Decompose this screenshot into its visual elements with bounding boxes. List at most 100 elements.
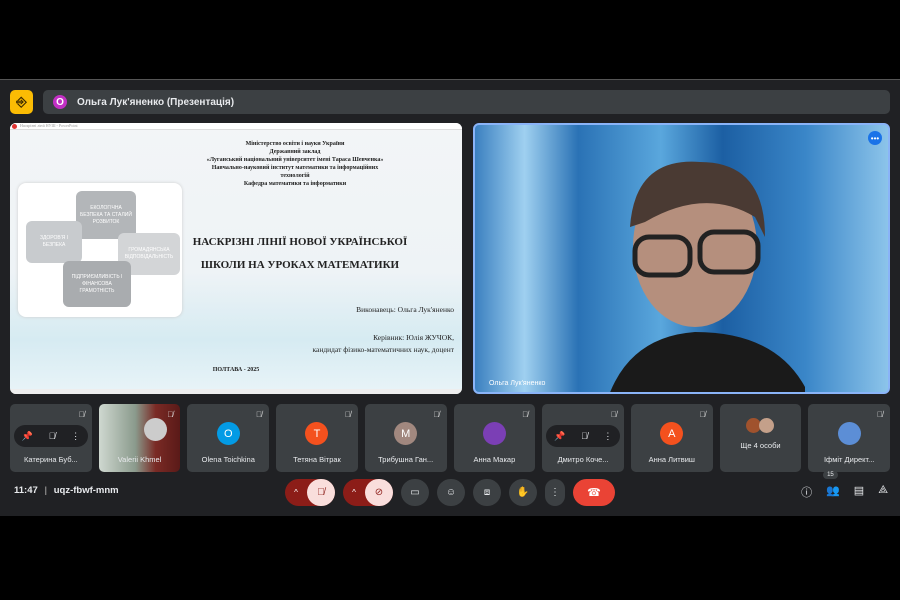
participant-tile[interactable]: A 🎙̸ Анна Литвиш — [630, 404, 713, 472]
title-line: ШКОЛИ НА УРОКАХ МАТЕМАТИКИ — [200, 259, 400, 271]
presenter-label: Ольга Лук'яненко (Презентація) — [77, 96, 235, 108]
supervisor-title: кандидат фізико-математичних наук, доцен… — [312, 345, 454, 354]
inst-line: Кафедра математики та інформатики — [243, 181, 347, 187]
meeting-info: 11:47 | uqz-fbwf-mnm — [14, 485, 119, 496]
avatar: A — [660, 422, 684, 445]
slide-statusbar — [10, 389, 462, 394]
participant-tile[interactable]: 🎙̸ 📌 🎙̸ ⋮ Дмитро Коче... — [542, 404, 624, 472]
muted-mic-icon: 🎙̸ — [433, 410, 440, 419]
inst-line: Навчально-науковий інститут математики т… — [211, 165, 379, 171]
participant-name: Катерина Буб... — [23, 455, 78, 464]
puzzle-piece: ПІДПРИЄМЛИВІСТЬ І ФІНАНСОВА ГРАМОТНІСТЬ — [63, 261, 131, 307]
controls: ^ 🎙̸ ^ ⊘ ▭ ☺ ⧈ ✋ ⋮ ☎ — [285, 479, 615, 506]
participant-name: Valerii Khmel — [117, 455, 162, 464]
exit-door-icon[interactable]: ⎆ — [10, 90, 33, 114]
avatar — [482, 422, 506, 445]
more-options-icon[interactable]: ••• — [868, 131, 882, 145]
video-face — [144, 418, 168, 441]
more-options-icon[interactable]: ⋮ — [545, 479, 565, 506]
separator: | — [44, 485, 48, 496]
avatar: T — [305, 422, 329, 445]
avatar — [837, 422, 861, 445]
more-icon[interactable]: ⋮ — [71, 431, 80, 442]
mute-icon[interactable]: 🎙̸ — [49, 431, 56, 441]
people-icon[interactable]: 👥 15 — [823, 471, 840, 500]
author: Виконавець: Ольга Лук'яненко — [356, 305, 454, 314]
puzzle-piece: ЗДОРОВ'Я І БЕЗПЕКА — [26, 221, 82, 263]
present-screen-icon[interactable]: ⧈ — [473, 479, 501, 506]
presentation-slide: Наскрізні лінії НУШ - PowerPoint Міністе… — [10, 123, 462, 394]
participant-name: Анна Литвиш — [648, 455, 695, 464]
info-icon[interactable]: ⓘ — [801, 484, 812, 500]
participant-tile[interactable]: T 🎙̸ Тетяна Вітрак — [276, 404, 358, 472]
participant-tile[interactable]: 🎙̸ Іфміт Директ... — [808, 404, 891, 472]
mic-off-icon[interactable]: 🎙̸ — [307, 479, 335, 506]
participant-name: Olena Toichkina — [201, 455, 255, 464]
avatar: O — [216, 422, 240, 445]
tile-hover-controls: 📌 🎙̸ ⋮ — [546, 425, 621, 447]
inst-line: Міністерство освіти і науки України — [245, 141, 345, 147]
presenter-bar: О Ольга Лук'яненко (Презентація) — [43, 90, 890, 114]
side-controls: ⓘ 👥 15 ▤ ⟁ — [801, 471, 888, 500]
video-name-label: Ольга Лук'яненко — [489, 380, 546, 387]
mic-options-chevron-icon[interactable]: ^ — [285, 479, 307, 506]
mic-group: ^ 🎙̸ — [285, 479, 335, 506]
puzzle-piece: ЕКОЛОГІЧНА БЕЗПЕКА ТА СТАЛИЙ РОЗВИТОК — [76, 191, 136, 239]
institution-block: Міністерство освіти і науки України Держ… — [160, 140, 430, 188]
inst-line: Державний заклад — [269, 149, 321, 155]
participant-name: Тетяна Вітрак — [293, 455, 341, 464]
participant-name: Анна Макар — [473, 455, 516, 464]
muted-mic-icon: 🎙̸ — [78, 410, 85, 419]
muted-mic-icon: 🎙̸ — [699, 410, 706, 419]
avatar — [759, 418, 775, 433]
slide-window-titlebar: Наскрізні лінії НУШ - PowerPoint — [10, 123, 462, 130]
participants-count: 15 — [823, 471, 838, 479]
muted-mic-icon: 🎙̸ — [344, 410, 351, 419]
puzzle-image: ЕКОЛОГІЧНА БЕЗПЕКА ТА СТАЛИЙ РОЗВИТОК ЗД… — [18, 183, 182, 317]
slide-title: НАСКРІЗНІ ЛІНІЇ НОВОЇ УКРАЇНСЬКОЇ ШКОЛИ … — [180, 231, 420, 277]
pin-icon[interactable]: 📌 — [22, 431, 33, 442]
muted-mic-icon: 🎙̸ — [877, 410, 884, 419]
muted-mic-icon: 🎙̸ — [522, 410, 529, 419]
participant-tile[interactable]: Ще 4 особи — [719, 404, 802, 472]
participant-tile[interactable]: 🎙̸ 📌 🎙̸ ⋮ Катерина Буб... — [10, 404, 92, 472]
camera-group: ^ ⊘ — [343, 479, 393, 506]
person-silhouette — [610, 161, 805, 392]
inst-line: технологій — [280, 173, 310, 179]
city-year: ПОЛТАВА - 2025 — [212, 367, 260, 373]
participant-name: Трибушна Ган... — [378, 455, 434, 464]
clock: 11:47 — [14, 485, 38, 496]
avatar-group — [746, 418, 775, 433]
meeting-code: uqz-fbwf-mnm — [53, 485, 119, 496]
leave-call-button[interactable]: ☎ — [573, 479, 615, 506]
chat-icon[interactable]: ▤ — [854, 484, 864, 500]
muted-mic-icon: 🎙̸ — [256, 410, 263, 419]
participant-tile[interactable]: 🎙̸ Анна Макар — [453, 404, 536, 472]
participant-name: Іфміт Директ... — [823, 455, 875, 464]
bottom-bar: 11:47 | uqz-fbwf-mnm ^ 🎙̸ ^ ⊘ ▭ ☺ ⧈ ✋ ⋮ ☎ … — [0, 471, 900, 515]
more-icon[interactable]: ⋮ — [603, 431, 612, 442]
supervisor: Керівник: Юлія ЖУЧОК, — [373, 333, 454, 342]
muted-mic-icon: 🎙̸ — [610, 410, 617, 419]
participant-tile[interactable]: 🎙̸ Valerii Khmel — [98, 404, 181, 472]
presenter-avatar: О — [53, 95, 67, 109]
muted-mic-icon: 🎙̸ — [167, 410, 174, 419]
header: ⎆ О Ольга Лук'яненко (Презентація) — [10, 90, 890, 114]
participant-tile[interactable]: O 🎙̸ Olena Toichkina — [187, 404, 270, 472]
inst-line: «Луганський національний університет іме… — [206, 157, 384, 163]
activities-icon[interactable]: ⟁ — [878, 484, 888, 500]
participant-strip: 🎙̸ 📌 🎙̸ ⋮ Катерина Буб... 🎙̸ Valerii Khmel O 🎙̸ O… — [10, 404, 891, 472]
camera-options-chevron-icon[interactable]: ^ — [343, 479, 365, 506]
camera-off-icon[interactable]: ⊘ — [365, 479, 393, 506]
pin-icon[interactable]: 📌 — [554, 431, 565, 442]
captions-icon[interactable]: ▭ — [401, 479, 429, 506]
emoji-icon[interactable]: ☺ — [437, 479, 465, 506]
raise-hand-icon[interactable]: ✋ — [509, 479, 537, 506]
participant-name: Ще 4 особи — [740, 441, 781, 450]
presenter-video[interactable]: ••• Ольга Лук'яненко — [473, 123, 890, 394]
meet-window: ⎆ О Ольга Лук'яненко (Презентація) Наскр… — [0, 79, 900, 516]
mute-icon[interactable]: 🎙̸ — [581, 431, 588, 441]
participant-tile[interactable]: M 🎙̸ Трибушна Ган... — [364, 404, 447, 472]
tile-hover-controls: 📌 🎙̸ ⋮ — [14, 425, 88, 447]
avatar: M — [394, 422, 418, 445]
